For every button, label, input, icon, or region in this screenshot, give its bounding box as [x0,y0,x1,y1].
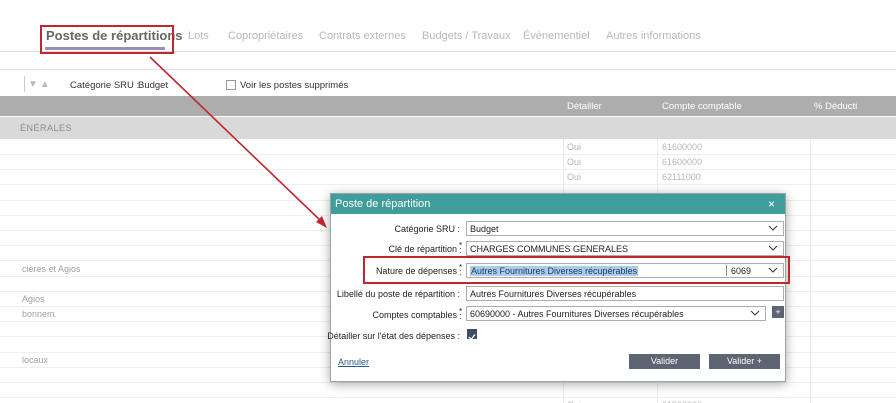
detail-label: Détailler sur l'état des dépenses : [327,331,460,341]
table-row[interactable] [0,383,896,399]
group-label: ÉNÉRALES [20,123,73,133]
comptes-colon: : [459,311,462,321]
category-sru-value: Budget [470,224,499,234]
chevron-down-icon [750,310,760,316]
dialog-title: Poste de répartition [335,198,431,210]
column-header-compte-comptable[interactable]: Compte comptable [662,101,742,112]
detail-cell: Oui [567,172,582,183]
filter-bar: ▼▲ Catégorie SRU : Budget Voir les poste… [0,69,896,96]
account-cell: 61600000 [662,142,703,152]
tab-contrats-externes[interactable]: Contrats externes [319,30,406,42]
row-label: cières et Agios [22,263,81,274]
category-sru-label: Catégorie SRU : [394,224,460,234]
poste-de-repartition-dialog: Poste de répartition × Catégorie SRU : B… [327,193,786,382]
column-header-deductible[interactable]: % Déducti [814,101,857,112]
dialog-header: Poste de répartition × [331,194,785,214]
key-value: CHARGES COMMUNES GENERALES [470,244,629,254]
show-deleted-label: Voir les postes supprimés [240,80,349,91]
grid-header: Détailler Compte comptable % Déducti [0,96,896,116]
close-icon[interactable]: × [768,197,775,211]
table-row[interactable]: Oui61500000 [0,398,896,403]
account-cell: 62111000 [662,172,701,183]
category-filter-value[interactable]: Budget [138,80,168,91]
validate-button[interactable]: Valider [629,354,700,369]
key-select[interactable]: CHARGES COMMUNES GENERALES [466,241,784,256]
tab-lots[interactable]: Lots [188,30,209,42]
comptes-select[interactable]: 60690000 - Autres Fournitures Diverses r… [466,306,766,321]
add-account-button[interactable]: + [772,306,784,318]
row-label: locaux [22,354,49,365]
column-header-detailler[interactable]: Détailler [567,101,602,112]
libelle-value: Autres Fournitures Diverses récupérables [470,289,637,299]
checkmark-icon [468,334,476,341]
row-label: bonnem. [22,309,58,320]
cancel-link[interactable]: Annuler [338,357,369,367]
account-cell: 61600000 [662,157,703,168]
tab-coproprietaires[interactable]: Copropriétaires [228,30,303,42]
comptes-value: 60690000 - Autres Fournitures Diverses r… [470,309,684,319]
toolbar-separator [24,76,25,92]
show-deleted-checkbox[interactable] [226,80,236,90]
column-divider [810,139,811,403]
tab-autres-informations[interactable]: Autres informations [606,30,701,42]
row-label: Agios [22,294,45,304]
nature-highlight-box [363,256,790,284]
detail-cell: Oui [567,142,582,152]
tab-budgets-travaux[interactable]: Budgets / Travaux [422,30,511,42]
group-row[interactable]: ÉNÉRALES [0,117,896,139]
table-row[interactable]: Oui 61600000 [0,140,896,155]
validate-plus-button[interactable]: Valider + [709,354,780,369]
key-colon: : [459,245,462,255]
sort-arrows-icon[interactable]: ▼▲ [28,79,52,90]
detail-cell: Oui [567,157,582,168]
tab-evenementiel[interactable]: Évènementiel [523,30,590,42]
category-filter-label: Catégorie SRU : [70,80,140,91]
table-row[interactable]: Oui 61600000 [0,155,896,171]
libelle-input[interactable]: Autres Fournitures Diverses récupérables [466,286,784,301]
libelle-label: Libellé du poste de répartition : [336,289,460,299]
chevron-down-icon [768,225,778,231]
key-label: Clé de répartition [388,244,457,254]
comptes-label: Comptes comptables [372,310,457,320]
detail-checkbox[interactable] [467,329,477,341]
chevron-down-icon [768,245,778,251]
table-row[interactable]: Oui 62111000 [0,170,896,186]
tab-highlight-box [40,25,174,54]
category-sru-select[interactable]: Budget [466,221,784,236]
